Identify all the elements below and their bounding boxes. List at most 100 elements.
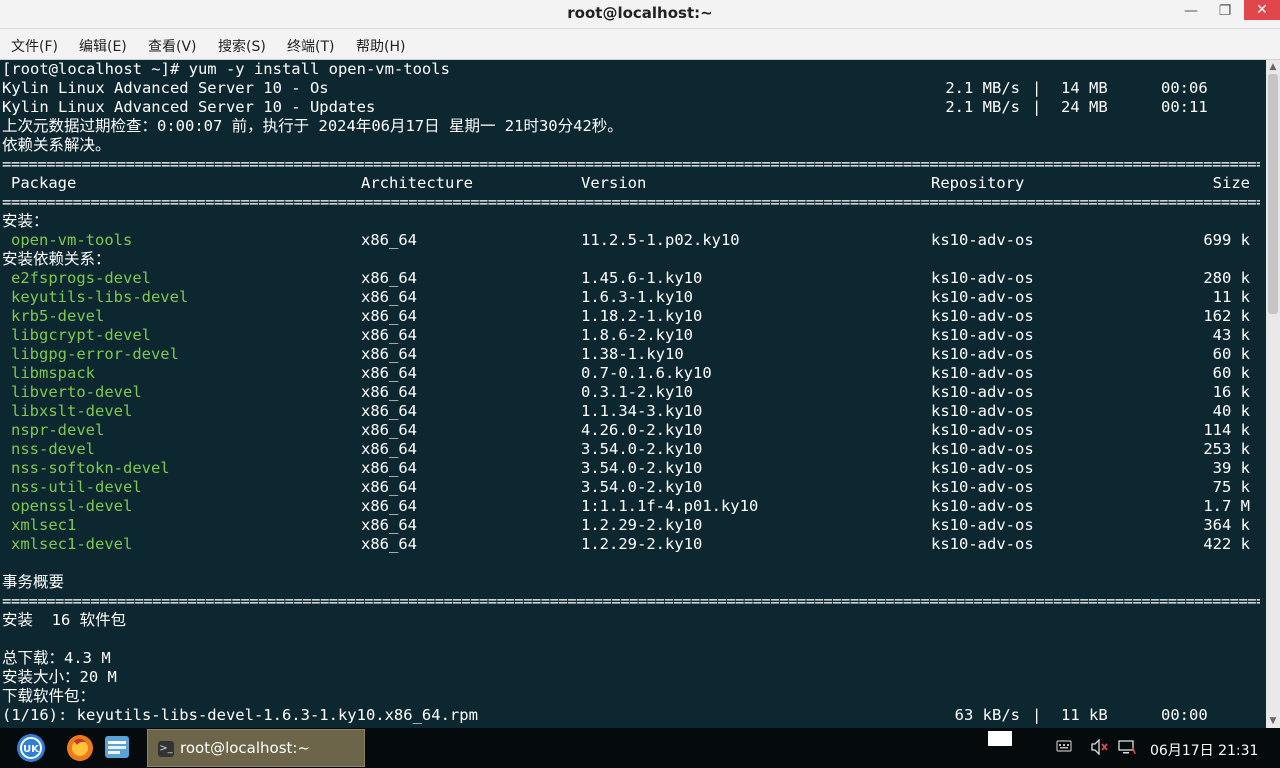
package-size: 39 k [1212,459,1250,477]
package-name: openssl-devel [11,497,133,515]
package-version: 1.38-1.ky10 [581,345,684,363]
package-version: 3.54.0-2.ky10 [581,459,703,477]
package-repo: ks10-adv-os [931,288,1034,306]
package-size: 40 k [1212,402,1250,420]
prompt-line: [root@localhost ~]# yum -y install open-… [2,60,450,78]
package-version: 3.54.0-2.ky10 [581,478,703,496]
package-repo: ks10-adv-os [931,326,1034,344]
separator-rule: ========================================… [2,155,1260,173]
network-icon[interactable] [1118,739,1136,759]
menu-search[interactable]: 搜索(S) [218,36,266,56]
window-titlebar[interactable]: root@localhost:~ — ❐ ✕ [0,0,1280,29]
package-size: 364 k [1203,516,1250,534]
scrollbar-thumb[interactable] [1268,74,1278,314]
menu-file[interactable]: 文件(F) [11,36,58,56]
task-label: root@localhost:~ [180,739,311,757]
package-name: krb5-devel [11,307,105,325]
summary-heading: 事务概要 [2,573,65,591]
package-repo: ks10-adv-os [931,364,1034,382]
terminal-output[interactable]: [root@localhost ~]# yum -y install open-… [0,60,1266,728]
package-repo: ks10-adv-os [931,497,1034,515]
taskbar: UK >_ root@localhost:~ 06月17日 21:31 [0,728,1280,768]
firefox-icon[interactable] [65,733,95,763]
package-name: xmlsec1 [11,516,77,534]
package-version: 0.7-0.1.6.ky10 [581,364,712,382]
package-name: open-vm-tools [11,231,133,249]
package-name: nss-util-devel [11,478,142,496]
deps-resolved-line: 依赖关系解决。 [2,136,111,154]
package-arch: x86_64 [361,326,417,344]
downloading-line: 下载软件包： [2,687,96,705]
package-version: 1.2.29-2.ky10 [581,516,703,534]
close-button[interactable]: ✕ [1244,0,1280,20]
package-repo: ks10-adv-os [931,421,1034,439]
package-version: 1.45.6-1.ky10 [581,269,703,287]
scroll-up-arrow-icon[interactable]: ▲ [1266,60,1280,74]
package-version: 1.2.29-2.ky10 [581,535,703,553]
package-size: 1.7 M [1203,497,1250,515]
package-size: 16 k [1212,383,1250,401]
package-repo: ks10-adv-os [931,345,1034,363]
package-name: xmlsec1-devel [11,535,133,553]
header-package: Package [11,174,77,192]
keyboard-icon[interactable] [1056,739,1072,757]
menu-view[interactable]: 查看(V) [148,36,197,56]
header-repository: Repository [931,174,1025,192]
install-size-line: 安装大小：20 M [2,668,117,686]
package-arch: x86_64 [361,383,417,401]
menu-terminal[interactable]: 终端(T) [287,36,334,56]
package-name: nss-softokn-devel [11,459,170,477]
package-version: 1.6.3-1.ky10 [581,288,693,306]
metadata-check-line: 上次元数据过期检查：0:00:07 前，执行于 2024年06月17日 星期一 … [2,117,623,135]
package-size: 43 k [1212,326,1250,344]
package-size: 11 k [1212,288,1250,306]
package-name: libmspack [11,364,95,382]
menu-help[interactable]: 帮助(H) [356,36,405,56]
package-size: 60 k [1212,364,1250,382]
menu-edit[interactable]: 编辑(E) [79,36,127,56]
package-name: e2fsprogs-devel [11,269,151,287]
package-version: 1.8.6-2.ky10 [581,326,693,344]
file-manager-icon[interactable] [103,733,133,763]
package-size: 280 k [1203,269,1250,287]
package-name: nss-devel [11,440,95,458]
package-arch: x86_64 [361,288,417,306]
maximize-button[interactable]: ❐ [1210,0,1240,24]
package-name: nspr-devel [11,421,105,439]
terminal-scrollbar[interactable]: ▲ ▼ [1266,60,1280,728]
header-version: Version [581,174,647,192]
clock[interactable]: 06月17日 21:31 [1150,740,1258,760]
package-arch: x86_64 [361,459,417,477]
scroll-down-arrow-icon[interactable]: ▼ [1266,714,1280,728]
package-version: 0.3.1-2.ky10 [581,383,693,401]
total-download-line: 总下载：4.3 M [2,649,111,667]
package-repo: ks10-adv-os [931,478,1034,496]
package-repo: ks10-adv-os [931,231,1034,249]
kylin-start-icon[interactable]: UK [16,733,46,763]
install-count-line: 安装 16 软件包 [2,611,127,629]
package-arch: x86_64 [361,307,417,325]
package-arch: x86_64 [361,535,417,553]
package-arch: x86_64 [361,497,417,515]
package-repo: ks10-adv-os [931,269,1034,287]
package-version: 11.2.5-1.p02.ky10 [581,231,740,249]
package-repo: ks10-adv-os [931,307,1034,325]
package-size: 114 k [1203,421,1250,439]
header-architecture: Architecture [361,174,473,192]
minimize-button[interactable]: — [1176,0,1206,24]
volume-muted-icon[interactable] [1090,738,1110,759]
package-version: 1.1.34-3.ky10 [581,402,703,420]
package-arch: x86_64 [361,421,417,439]
package-name: libgpg-error-devel [11,345,179,363]
package-name: libgcrypt-devel [11,326,151,344]
package-arch: x86_64 [361,516,417,534]
package-repo: ks10-adv-os [931,459,1034,477]
package-size: 699 k [1203,231,1250,249]
header-size: Size [1212,174,1250,192]
install-heading: 安装： [2,212,49,230]
taskbar-task-terminal[interactable]: >_ root@localhost:~ [147,729,365,767]
input-method-indicator[interactable] [988,731,1012,746]
package-repo: ks10-adv-os [931,535,1034,553]
window-title: root@localhost:~ [567,4,713,22]
package-arch: x86_64 [361,364,417,382]
